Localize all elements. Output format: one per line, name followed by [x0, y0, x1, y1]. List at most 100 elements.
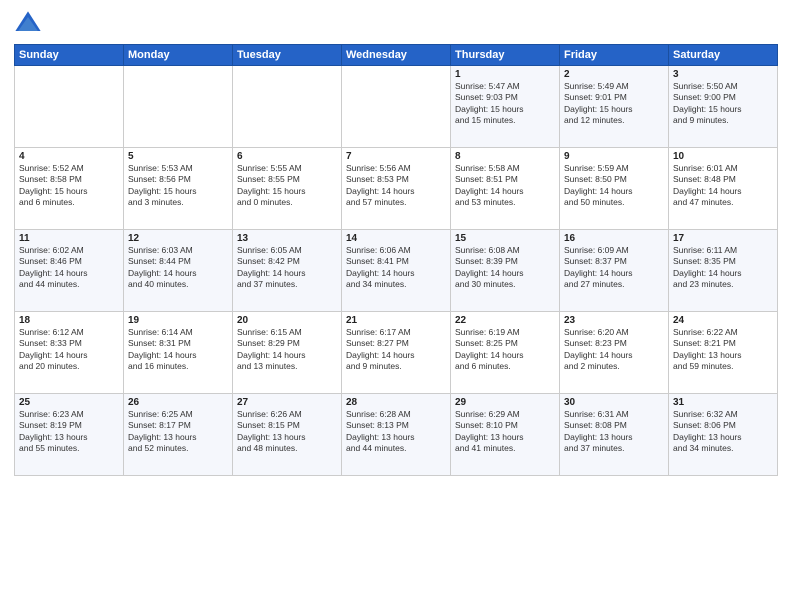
day-cell	[124, 66, 233, 148]
logo	[14, 10, 46, 38]
day-cell: 16Sunrise: 6:09 AM Sunset: 8:37 PM Dayli…	[560, 230, 669, 312]
day-number: 2	[564, 69, 664, 80]
day-number: 1	[455, 69, 555, 80]
logo-icon	[14, 10, 42, 38]
day-number: 30	[564, 397, 664, 408]
day-info: Sunrise: 5:53 AM Sunset: 8:56 PM Dayligh…	[128, 163, 228, 209]
week-row-2: 4Sunrise: 5:52 AM Sunset: 8:58 PM Daylig…	[15, 148, 778, 230]
header-day-thursday: Thursday	[451, 45, 560, 66]
day-info: Sunrise: 6:19 AM Sunset: 8:25 PM Dayligh…	[455, 327, 555, 373]
day-cell: 19Sunrise: 6:14 AM Sunset: 8:31 PM Dayli…	[124, 312, 233, 394]
day-number: 8	[455, 151, 555, 162]
day-cell: 28Sunrise: 6:28 AM Sunset: 8:13 PM Dayli…	[342, 394, 451, 476]
day-info: Sunrise: 5:55 AM Sunset: 8:55 PM Dayligh…	[237, 163, 337, 209]
day-number: 31	[673, 397, 773, 408]
day-info: Sunrise: 6:11 AM Sunset: 8:35 PM Dayligh…	[673, 245, 773, 291]
day-info: Sunrise: 6:01 AM Sunset: 8:48 PM Dayligh…	[673, 163, 773, 209]
main-container: SundayMondayTuesdayWednesdayThursdayFrid…	[0, 0, 792, 612]
day-cell: 24Sunrise: 6:22 AM Sunset: 8:21 PM Dayli…	[669, 312, 778, 394]
day-number: 15	[455, 233, 555, 244]
day-number: 9	[564, 151, 664, 162]
day-cell: 30Sunrise: 6:31 AM Sunset: 8:08 PM Dayli…	[560, 394, 669, 476]
day-number: 21	[346, 315, 446, 326]
day-cell: 31Sunrise: 6:32 AM Sunset: 8:06 PM Dayli…	[669, 394, 778, 476]
day-number: 24	[673, 315, 773, 326]
day-info: Sunrise: 6:20 AM Sunset: 8:23 PM Dayligh…	[564, 327, 664, 373]
header-day-tuesday: Tuesday	[233, 45, 342, 66]
day-cell	[15, 66, 124, 148]
day-number: 11	[19, 233, 119, 244]
day-info: Sunrise: 5:58 AM Sunset: 8:51 PM Dayligh…	[455, 163, 555, 209]
header	[14, 10, 778, 38]
day-cell: 10Sunrise: 6:01 AM Sunset: 8:48 PM Dayli…	[669, 148, 778, 230]
day-number: 6	[237, 151, 337, 162]
day-number: 7	[346, 151, 446, 162]
day-info: Sunrise: 6:12 AM Sunset: 8:33 PM Dayligh…	[19, 327, 119, 373]
day-info: Sunrise: 5:56 AM Sunset: 8:53 PM Dayligh…	[346, 163, 446, 209]
day-info: Sunrise: 5:49 AM Sunset: 9:01 PM Dayligh…	[564, 81, 664, 127]
day-number: 29	[455, 397, 555, 408]
day-info: Sunrise: 6:02 AM Sunset: 8:46 PM Dayligh…	[19, 245, 119, 291]
day-info: Sunrise: 6:17 AM Sunset: 8:27 PM Dayligh…	[346, 327, 446, 373]
day-cell: 18Sunrise: 6:12 AM Sunset: 8:33 PM Dayli…	[15, 312, 124, 394]
day-number: 26	[128, 397, 228, 408]
day-info: Sunrise: 6:08 AM Sunset: 8:39 PM Dayligh…	[455, 245, 555, 291]
day-info: Sunrise: 6:25 AM Sunset: 8:17 PM Dayligh…	[128, 409, 228, 455]
header-day-sunday: Sunday	[15, 45, 124, 66]
day-info: Sunrise: 6:05 AM Sunset: 8:42 PM Dayligh…	[237, 245, 337, 291]
day-info: Sunrise: 6:31 AM Sunset: 8:08 PM Dayligh…	[564, 409, 664, 455]
day-number: 4	[19, 151, 119, 162]
day-cell: 1Sunrise: 5:47 AM Sunset: 9:03 PM Daylig…	[451, 66, 560, 148]
day-cell: 25Sunrise: 6:23 AM Sunset: 8:19 PM Dayli…	[15, 394, 124, 476]
day-info: Sunrise: 6:28 AM Sunset: 8:13 PM Dayligh…	[346, 409, 446, 455]
day-cell: 12Sunrise: 6:03 AM Sunset: 8:44 PM Dayli…	[124, 230, 233, 312]
day-cell	[342, 66, 451, 148]
day-info: Sunrise: 5:47 AM Sunset: 9:03 PM Dayligh…	[455, 81, 555, 127]
header-row: SundayMondayTuesdayWednesdayThursdayFrid…	[15, 45, 778, 66]
day-info: Sunrise: 6:29 AM Sunset: 8:10 PM Dayligh…	[455, 409, 555, 455]
week-row-5: 25Sunrise: 6:23 AM Sunset: 8:19 PM Dayli…	[15, 394, 778, 476]
day-number: 13	[237, 233, 337, 244]
day-info: Sunrise: 5:52 AM Sunset: 8:58 PM Dayligh…	[19, 163, 119, 209]
day-cell: 27Sunrise: 6:26 AM Sunset: 8:15 PM Dayli…	[233, 394, 342, 476]
calendar-table: SundayMondayTuesdayWednesdayThursdayFrid…	[14, 44, 778, 476]
day-info: Sunrise: 6:32 AM Sunset: 8:06 PM Dayligh…	[673, 409, 773, 455]
day-info: Sunrise: 6:14 AM Sunset: 8:31 PM Dayligh…	[128, 327, 228, 373]
day-number: 10	[673, 151, 773, 162]
day-info: Sunrise: 6:06 AM Sunset: 8:41 PM Dayligh…	[346, 245, 446, 291]
day-number: 19	[128, 315, 228, 326]
week-row-3: 11Sunrise: 6:02 AM Sunset: 8:46 PM Dayli…	[15, 230, 778, 312]
header-day-friday: Friday	[560, 45, 669, 66]
day-number: 23	[564, 315, 664, 326]
day-number: 25	[19, 397, 119, 408]
day-number: 14	[346, 233, 446, 244]
day-number: 16	[564, 233, 664, 244]
day-cell: 3Sunrise: 5:50 AM Sunset: 9:00 PM Daylig…	[669, 66, 778, 148]
day-cell: 13Sunrise: 6:05 AM Sunset: 8:42 PM Dayli…	[233, 230, 342, 312]
day-cell: 7Sunrise: 5:56 AM Sunset: 8:53 PM Daylig…	[342, 148, 451, 230]
day-info: Sunrise: 6:22 AM Sunset: 8:21 PM Dayligh…	[673, 327, 773, 373]
day-cell: 5Sunrise: 5:53 AM Sunset: 8:56 PM Daylig…	[124, 148, 233, 230]
day-cell: 17Sunrise: 6:11 AM Sunset: 8:35 PM Dayli…	[669, 230, 778, 312]
day-info: Sunrise: 6:03 AM Sunset: 8:44 PM Dayligh…	[128, 245, 228, 291]
day-number: 22	[455, 315, 555, 326]
header-day-wednesday: Wednesday	[342, 45, 451, 66]
day-number: 20	[237, 315, 337, 326]
day-number: 5	[128, 151, 228, 162]
day-cell: 9Sunrise: 5:59 AM Sunset: 8:50 PM Daylig…	[560, 148, 669, 230]
day-number: 18	[19, 315, 119, 326]
day-cell: 11Sunrise: 6:02 AM Sunset: 8:46 PM Dayli…	[15, 230, 124, 312]
calendar-body: 1Sunrise: 5:47 AM Sunset: 9:03 PM Daylig…	[15, 66, 778, 476]
day-cell: 29Sunrise: 6:29 AM Sunset: 8:10 PM Dayli…	[451, 394, 560, 476]
day-number: 12	[128, 233, 228, 244]
day-cell: 8Sunrise: 5:58 AM Sunset: 8:51 PM Daylig…	[451, 148, 560, 230]
day-info: Sunrise: 5:59 AM Sunset: 8:50 PM Dayligh…	[564, 163, 664, 209]
day-cell: 6Sunrise: 5:55 AM Sunset: 8:55 PM Daylig…	[233, 148, 342, 230]
day-cell: 21Sunrise: 6:17 AM Sunset: 8:27 PM Dayli…	[342, 312, 451, 394]
day-cell: 4Sunrise: 5:52 AM Sunset: 8:58 PM Daylig…	[15, 148, 124, 230]
day-number: 28	[346, 397, 446, 408]
day-cell: 23Sunrise: 6:20 AM Sunset: 8:23 PM Dayli…	[560, 312, 669, 394]
day-info: Sunrise: 6:15 AM Sunset: 8:29 PM Dayligh…	[237, 327, 337, 373]
day-info: Sunrise: 6:26 AM Sunset: 8:15 PM Dayligh…	[237, 409, 337, 455]
week-row-4: 18Sunrise: 6:12 AM Sunset: 8:33 PM Dayli…	[15, 312, 778, 394]
